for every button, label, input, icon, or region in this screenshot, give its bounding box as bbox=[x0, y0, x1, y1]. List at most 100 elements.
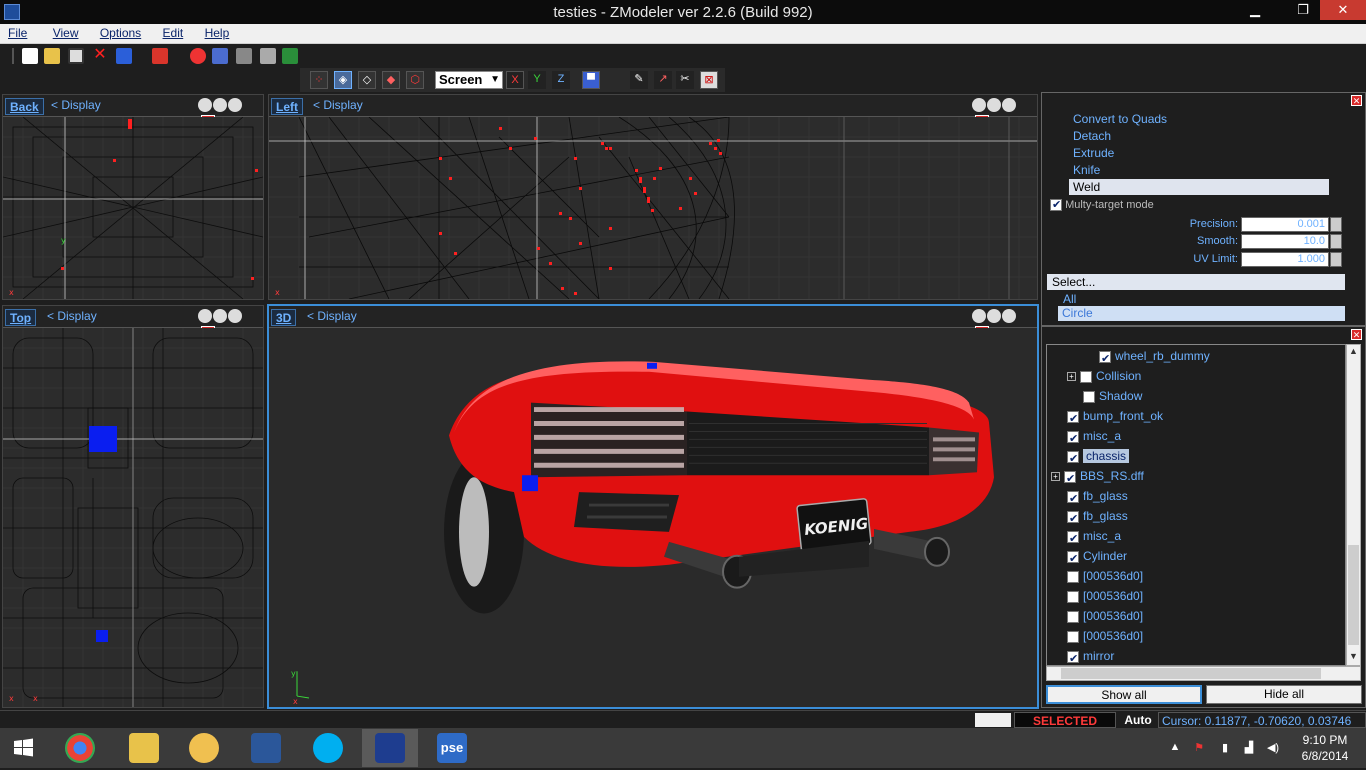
material-icon[interactable]: ▀ bbox=[582, 71, 600, 89]
visibility-checkbox[interactable] bbox=[1067, 430, 1079, 448]
scroll-thumb[interactable] bbox=[1348, 545, 1359, 645]
taskbar-chrome[interactable] bbox=[52, 729, 108, 767]
object-tree[interactable]: wheel_rb_dummy + Collision Shadow bump_front… bbox=[1046, 344, 1346, 666]
rotate-icon[interactable] bbox=[1002, 98, 1016, 112]
close-icon[interactable]: ✕ bbox=[1351, 329, 1362, 340]
pan-hand-icon[interactable] bbox=[987, 309, 1001, 323]
visibility-checkbox[interactable] bbox=[1067, 630, 1079, 643]
expand-icon[interactable]: + bbox=[1067, 372, 1076, 382]
coordinate-system-select[interactable]: Screen ▼ bbox=[435, 71, 503, 89]
tree-item[interactable]: + Collision bbox=[1067, 367, 1141, 385]
clock[interactable]: 9:10 PM 6/8/2014 bbox=[1290, 732, 1360, 764]
redo-icon[interactable] bbox=[260, 48, 276, 64]
taskbar-outlook[interactable] bbox=[176, 729, 232, 767]
polygon-mode-icon[interactable]: ◇ bbox=[358, 71, 376, 89]
viewport-name-back[interactable]: Back bbox=[5, 98, 44, 115]
start-button[interactable] bbox=[0, 729, 48, 767]
pan-hand-icon[interactable] bbox=[987, 98, 1001, 112]
show-all-button[interactable]: Show all bbox=[1046, 685, 1202, 704]
zoom-icon[interactable] bbox=[198, 309, 212, 323]
import-icon[interactable] bbox=[116, 48, 132, 64]
edge-mode-icon[interactable]: ⬡ bbox=[406, 71, 424, 89]
rotate-icon[interactable] bbox=[228, 98, 242, 112]
visibility-checkbox[interactable] bbox=[1067, 650, 1079, 665]
display-menu[interactable]: < Display bbox=[51, 98, 101, 112]
pan-hand-icon[interactable] bbox=[213, 98, 227, 112]
tree-item[interactable]: [000536d0] bbox=[1067, 607, 1143, 625]
visibility-checkbox[interactable] bbox=[1067, 550, 1079, 568]
tree-item[interactable]: misc_a bbox=[1067, 527, 1121, 548]
viewport-name-top[interactable]: Top bbox=[5, 309, 37, 326]
taskbar-pse[interactable]: pse bbox=[424, 729, 480, 767]
taskbar-skype[interactable] bbox=[300, 729, 356, 767]
display-menu[interactable]: < Display bbox=[47, 309, 97, 323]
select-header[interactable]: Select... bbox=[1047, 274, 1345, 290]
visibility-checkbox[interactable] bbox=[1067, 510, 1079, 528]
back-viewport[interactable]: Back < Display x y bbox=[2, 94, 264, 300]
tree-item[interactable]: chassis bbox=[1067, 447, 1130, 468]
hide-all-button[interactable]: Hide all bbox=[1206, 685, 1362, 704]
rotate-icon[interactable] bbox=[1002, 309, 1016, 323]
visibility-checkbox[interactable] bbox=[1083, 390, 1095, 403]
precision-input[interactable]: 0.001 bbox=[1241, 217, 1329, 232]
scroll-up-icon[interactable]: ▲ bbox=[1347, 346, 1360, 360]
display-menu[interactable]: < Display bbox=[307, 309, 357, 323]
spinner-icon[interactable] bbox=[1330, 252, 1342, 267]
menu-view[interactable]: View bbox=[53, 24, 79, 40]
tree-item[interactable]: Shadow bbox=[1083, 387, 1142, 405]
zoom-icon[interactable] bbox=[972, 309, 986, 323]
volume-icon[interactable]: ◀) bbox=[1266, 741, 1280, 755]
pan-hand-icon[interactable] bbox=[213, 309, 227, 323]
restore-button[interactable]: ❐ bbox=[1288, 0, 1318, 20]
close-button[interactable]: ✕ bbox=[1320, 0, 1366, 20]
visibility-checkbox[interactable] bbox=[1067, 570, 1079, 583]
smooth-input[interactable]: 10.0 bbox=[1241, 234, 1329, 249]
power-icon[interactable]: ▮ bbox=[1218, 741, 1232, 755]
taskbar-explorer[interactable] bbox=[116, 729, 172, 767]
visibility-checkbox[interactable] bbox=[1080, 370, 1092, 383]
render-icon[interactable] bbox=[282, 48, 298, 64]
delete-icon[interactable]: ✕ bbox=[92, 47, 108, 64]
link-icon[interactable]: ↗ bbox=[654, 71, 672, 89]
rotate-icon[interactable] bbox=[228, 309, 242, 323]
top-wireframe-canvas[interactable]: x x bbox=[3, 328, 263, 707]
left-wireframe-canvas[interactable]: x bbox=[269, 117, 1037, 299]
new-file-icon[interactable] bbox=[22, 48, 38, 64]
face-mode-icon[interactable]: ◆ bbox=[382, 71, 400, 89]
tree-item[interactable]: mirror bbox=[1067, 647, 1114, 665]
tool-weld[interactable]: Weld bbox=[1069, 179, 1329, 195]
visibility-checkbox[interactable] bbox=[1067, 450, 1079, 468]
visibility-checkbox[interactable] bbox=[1067, 410, 1079, 428]
tool-extrude[interactable]: Extrude bbox=[1073, 146, 1114, 160]
minimize-button[interactable]: ▁ bbox=[1240, 0, 1270, 20]
visibility-checkbox[interactable] bbox=[1099, 350, 1111, 368]
tree-item[interactable]: fb_glass bbox=[1067, 487, 1128, 508]
object-mode-icon[interactable]: ◈ bbox=[334, 71, 352, 89]
scroll-thumb[interactable] bbox=[1061, 668, 1321, 679]
menu-options[interactable]: Options bbox=[100, 24, 141, 40]
vertex-mode-icon[interactable]: ⁘ bbox=[310, 71, 328, 89]
tool-convert-to-quads[interactable]: Convert to Quads bbox=[1073, 112, 1167, 126]
taskbar-zmodeler[interactable] bbox=[362, 729, 418, 767]
tree-vertical-scrollbar[interactable]: ▲ ▼ bbox=[1346, 344, 1361, 666]
auto-indicator[interactable]: Auto bbox=[1120, 712, 1156, 728]
tree-item[interactable]: [000536d0] bbox=[1067, 627, 1143, 645]
taskbar-word[interactable] bbox=[238, 729, 294, 767]
viewport-name-left[interactable]: Left bbox=[271, 98, 303, 115]
tree-item[interactable]: Cylinder bbox=[1067, 547, 1127, 568]
menu-help[interactable]: Help bbox=[205, 24, 230, 40]
save-icon[interactable] bbox=[68, 48, 84, 64]
network-icon[interactable]: ▟ bbox=[1242, 741, 1256, 755]
flag-icon[interactable]: ⚑ bbox=[1192, 741, 1206, 755]
history-icon[interactable] bbox=[236, 48, 252, 64]
tree-item[interactable]: + BBS_RS.dff bbox=[1051, 467, 1144, 488]
zoom-icon[interactable] bbox=[972, 98, 986, 112]
spinner-icon[interactable] bbox=[1330, 217, 1342, 232]
tree-item[interactable]: [000536d0] bbox=[1067, 587, 1143, 605]
multi-target-checkbox[interactable]: Multy-target mode bbox=[1050, 198, 1154, 212]
visibility-checkbox[interactable] bbox=[1067, 530, 1079, 548]
paint-icon[interactable]: ✎ bbox=[630, 71, 648, 89]
spinner-icon[interactable] bbox=[1330, 234, 1342, 249]
left-viewport[interactable]: Left < Display x bbox=[268, 94, 1038, 300]
axis-y-toggle[interactable]: Y bbox=[528, 71, 546, 89]
